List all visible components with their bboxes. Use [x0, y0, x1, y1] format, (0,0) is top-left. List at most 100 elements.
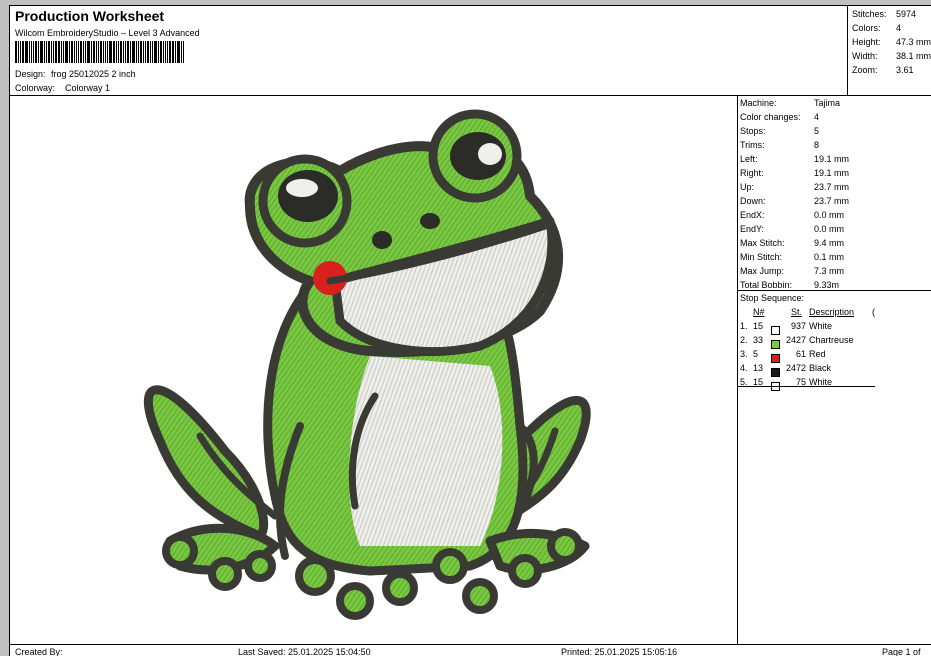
barcode-bar	[15, 41, 17, 63]
barcode-bar	[35, 41, 37, 63]
barcode-bar	[118, 41, 119, 63]
swatch-box	[771, 340, 780, 350]
barcode-bar	[172, 41, 174, 63]
stop-needle: 33	[753, 335, 764, 345]
barcode-bar	[85, 41, 86, 63]
barcode-bar	[160, 41, 162, 63]
barcode-bar	[147, 41, 149, 63]
barcode-icon	[15, 41, 259, 63]
barcode-bar	[69, 41, 70, 63]
barcode-bar	[163, 41, 164, 63]
machine-label: Left:	[740, 154, 758, 164]
stop-needle: 5	[753, 349, 759, 359]
barcode-bar	[145, 41, 146, 63]
machine-label: Down:	[740, 196, 766, 206]
barcode-bar	[125, 41, 126, 63]
barcode-bar	[136, 41, 137, 63]
embroidery-design-preview	[143, 109, 591, 620]
machine-label: Min Stitch:	[740, 252, 783, 262]
barcode-bar	[46, 41, 47, 63]
barcode-bar	[44, 41, 45, 63]
machine-value: 23.7 mm	[814, 182, 850, 192]
barcode-bar	[58, 41, 60, 63]
software-name: Wilcom EmbroideryStudio – Level 3 Advanc…	[15, 28, 200, 38]
barcode-bar	[167, 41, 168, 63]
barcode-bar	[158, 41, 159, 63]
machine-value: 4	[814, 112, 820, 122]
machine-label: Trims:	[740, 140, 765, 150]
column-extra: (	[872, 307, 875, 317]
colorway-value: Colorway 1	[65, 83, 111, 93]
machine-value: 9.4 mm	[814, 238, 845, 248]
machine-value: Tajima	[814, 98, 841, 108]
stop-sequence-title: Stop Sequence:	[740, 293, 805, 303]
barcode-bar	[116, 41, 117, 63]
barcode-bar	[181, 41, 182, 63]
stop-stitches: 2472	[785, 363, 806, 373]
machine-value: 7.3 mm	[814, 266, 845, 276]
barcode-bar	[78, 41, 79, 63]
barcode-bar	[22, 41, 24, 63]
colorway-label: Colorway:	[15, 83, 56, 93]
stop-stitches: 61	[795, 349, 806, 359]
left-back-leg	[143, 385, 269, 541]
machine-value: 19.1 mm	[814, 154, 850, 164]
column-description: Description	[809, 307, 855, 317]
design-value: frog 25012025 2 inch	[51, 69, 136, 79]
barcode-bar	[76, 41, 77, 63]
machine-label: Up:	[740, 182, 755, 192]
machine-label: Color changes:	[740, 112, 801, 122]
barcode-bar	[105, 41, 106, 63]
barcode-bar	[175, 41, 176, 63]
barcode-bar	[25, 41, 28, 63]
stop-stitches: 2427	[785, 335, 806, 345]
barcode-bar	[29, 41, 30, 63]
barcode-bar	[98, 41, 99, 63]
barcode-bar	[152, 41, 153, 63]
barcode-bar	[20, 41, 21, 63]
barcode-bar	[165, 41, 166, 63]
barcode-bar	[100, 41, 102, 63]
barcode-bar	[83, 41, 84, 63]
stitches-label: Stitches:	[852, 9, 887, 19]
machine-value: 0.1 mm	[814, 252, 845, 262]
machine-label: Max Jump:	[740, 266, 785, 276]
barcode-bar	[80, 41, 82, 63]
column-st: St.	[791, 307, 803, 317]
machine-value: 23.7 mm	[814, 196, 850, 206]
stitches-value: 5974	[896, 9, 917, 19]
stop-description: White	[809, 321, 833, 331]
barcode-bar	[123, 41, 124, 63]
stop-index: 1.	[740, 321, 748, 331]
machine-value: 8	[814, 140, 820, 150]
barcode-bar	[65, 41, 68, 63]
stop-needle: 13	[753, 363, 764, 373]
barcode-bar	[63, 41, 64, 63]
barcode-bar	[154, 41, 157, 63]
barcode-bar	[127, 41, 129, 63]
barcode-bar	[48, 41, 50, 63]
width-value: 38.1 mm	[896, 51, 931, 61]
width-label: Width:	[852, 51, 878, 61]
barcode-bar	[93, 41, 95, 63]
colors-value: 4	[896, 23, 902, 33]
zoom-label: Zoom:	[852, 65, 878, 75]
barcode-bar	[31, 41, 32, 63]
barcode-bar	[169, 41, 171, 63]
barcode-bar	[33, 41, 34, 63]
machine-label: Right:	[740, 168, 764, 178]
machine-value: 19.1 mm	[814, 168, 850, 178]
barcode-bar	[53, 41, 54, 63]
machine-label: Stops:	[740, 126, 766, 136]
barcode-bar	[132, 41, 135, 63]
barcode-bar	[183, 41, 184, 63]
machine-label: EndX:	[740, 210, 765, 220]
height-label: Height:	[852, 37, 881, 47]
stop-stitches: 937	[790, 321, 806, 331]
barcode-bar	[150, 41, 151, 63]
swatch-box	[771, 354, 780, 364]
barcode-bar	[38, 41, 39, 63]
barcode-bar	[138, 41, 139, 63]
barcode-bar	[130, 41, 131, 63]
stop-description: Red	[809, 349, 826, 359]
